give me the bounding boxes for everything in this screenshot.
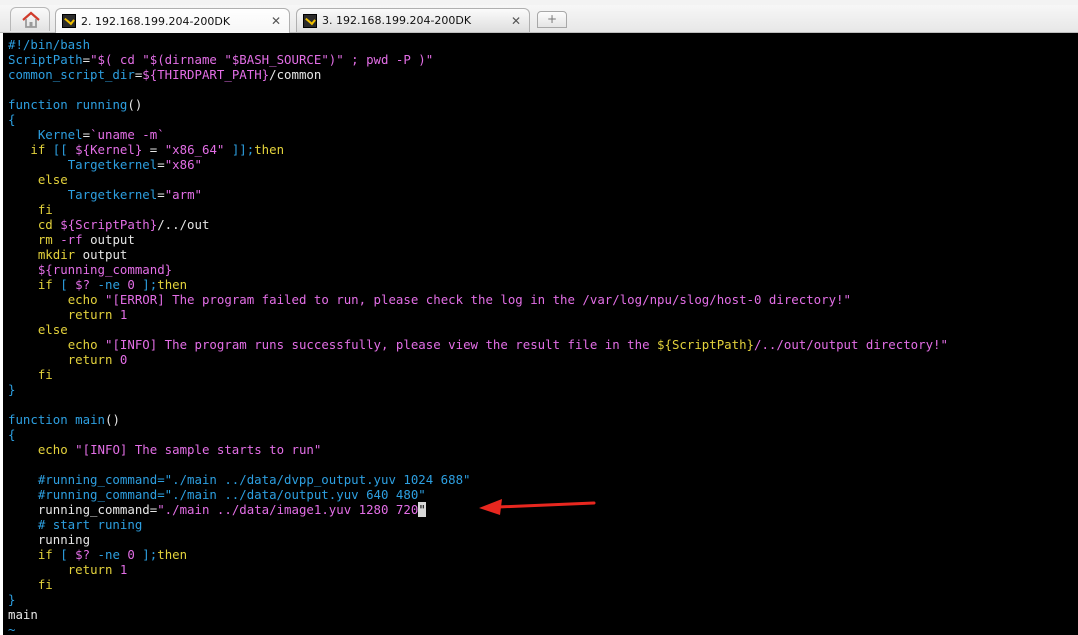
code-line: Targetkernel="arm" — [67, 187, 202, 202]
text-cursor: " — [418, 502, 426, 517]
close-icon[interactable]: ✕ — [269, 14, 283, 28]
code-line: return 0 — [67, 352, 128, 367]
code-line: main — [8, 607, 38, 622]
code-line: mkdir output — [37, 247, 128, 262]
code-line: ScriptPath="$( cd "$(dirname "$BASH_SOUR… — [8, 52, 434, 67]
home-icon — [22, 11, 40, 28]
code-line: else — [37, 172, 68, 187]
code-line: { — [8, 112, 16, 127]
code-line: ${running_command} — [37, 262, 173, 277]
code-line: if [ $? -ne 0 ];then — [37, 277, 188, 292]
new-tab-button[interactable]: + — [537, 11, 567, 28]
code-line: if [[ ${Kernel} = "x86_64" ]];then — [30, 142, 285, 157]
code-line: function running() — [8, 97, 143, 112]
code-line: fi — [37, 202, 53, 217]
code-line: return 1 — [67, 307, 128, 322]
code-line: ~ — [8, 622, 16, 635]
terminal-editor[interactable]: #!/bin/bash ScriptPath="$( cd "$(dirname… — [3, 33, 1078, 635]
code-line: function main() — [8, 412, 120, 427]
tab-label: 2. 192.168.199.204-200DK — [81, 14, 231, 28]
code-line: common_script_dir=${THIRDPART_PATH}/comm… — [8, 67, 322, 82]
red-arrow-annotation-icon — [479, 499, 596, 515]
terminal-icon — [303, 13, 317, 28]
code-line: echo "[INFO] The sample starts to run" — [37, 442, 322, 457]
code-line: return 1 — [67, 562, 128, 577]
tab-session-3[interactable]: 3. 192.168.199.204-200DK ✕ — [296, 8, 530, 32]
tab-label: 3. 192.168.199.204-200DK — [322, 14, 472, 27]
code-line: fi — [37, 577, 53, 592]
code-line: #running_command="./main ../data/dvpp_ou… — [8, 472, 471, 487]
plus-icon: + — [546, 12, 558, 26]
code-line: echo "[ERROR] The program failed to run,… — [67, 292, 851, 307]
code-line: } — [8, 592, 16, 607]
code-line: echo "[INFO] The program runs successful… — [67, 337, 948, 352]
code-line: fi — [37, 367, 53, 382]
code-line: #running_command="./main ../data/output.… — [8, 487, 426, 502]
terminal-icon — [62, 14, 76, 28]
tab-session-2[interactable]: 2. 192.168.199.204-200DK ✕ — [55, 8, 290, 33]
code-line: Kernel=`uname -m` — [37, 127, 165, 142]
code-line: if [ $? -ne 0 ];then — [37, 547, 188, 562]
code-line-current: running_command="./main ../data/image1.y… — [37, 502, 426, 517]
code-line: else — [37, 322, 68, 337]
code-line: cd ${ScriptPath}/../out — [37, 217, 210, 232]
code-line: running — [8, 532, 91, 547]
code-line: rm -rf output — [37, 232, 135, 247]
code-line: { — [8, 427, 16, 442]
code-line: #!/bin/bash — [8, 37, 91, 52]
code-line: Targetkernel="x86" — [67, 157, 202, 172]
close-icon[interactable]: ✕ — [509, 14, 523, 28]
code-line: # start runing — [8, 517, 143, 532]
tab-bar: 2. 192.168.199.204-200DK ✕ 3. 192.168.19… — [0, 5, 1078, 33]
home-tab[interactable] — [10, 7, 50, 31]
code-line: } — [8, 382, 16, 397]
